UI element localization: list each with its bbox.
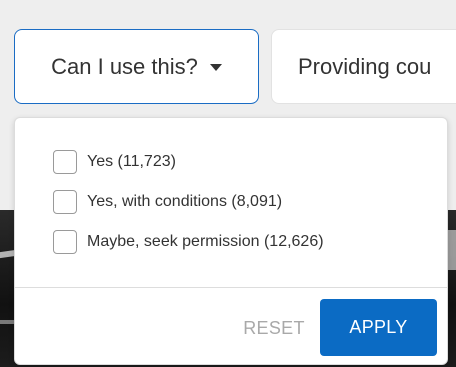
caret-down-icon bbox=[209, 64, 222, 71]
checkbox[interactable] bbox=[53, 190, 77, 214]
filter-button-label: Providing cou bbox=[298, 53, 432, 79]
checkbox[interactable] bbox=[53, 230, 77, 254]
filter-button-label: Can I use this? bbox=[51, 53, 198, 79]
filter-area: Can I use this? Providing cou Yes (11,72… bbox=[0, 0, 456, 367]
checkbox[interactable] bbox=[53, 150, 77, 174]
option-yes[interactable]: Yes (11,723) bbox=[53, 142, 324, 182]
option-maybe-seek-permission[interactable]: Maybe, seek permission (12,626) bbox=[53, 222, 324, 262]
usage-dropdown-panel: Yes (11,723) Yes, with conditions (8,091… bbox=[14, 117, 448, 365]
reset-button[interactable]: RESET bbox=[229, 300, 319, 356]
apply-button[interactable]: APPLY bbox=[320, 299, 437, 356]
option-yes-with-conditions[interactable]: Yes, with conditions (8,091) bbox=[53, 182, 324, 222]
can-i-use-this-filter-button[interactable]: Can I use this? bbox=[14, 29, 259, 104]
providing-country-filter-button[interactable]: Providing cou bbox=[271, 29, 456, 104]
divider bbox=[15, 287, 447, 288]
option-label: Yes, with conditions (8,091) bbox=[87, 193, 283, 210]
option-label: Yes (11,723) bbox=[87, 153, 176, 170]
options-list: Yes (11,723) Yes, with conditions (8,091… bbox=[53, 142, 324, 262]
option-label: Maybe, seek permission (12,626) bbox=[87, 233, 324, 250]
